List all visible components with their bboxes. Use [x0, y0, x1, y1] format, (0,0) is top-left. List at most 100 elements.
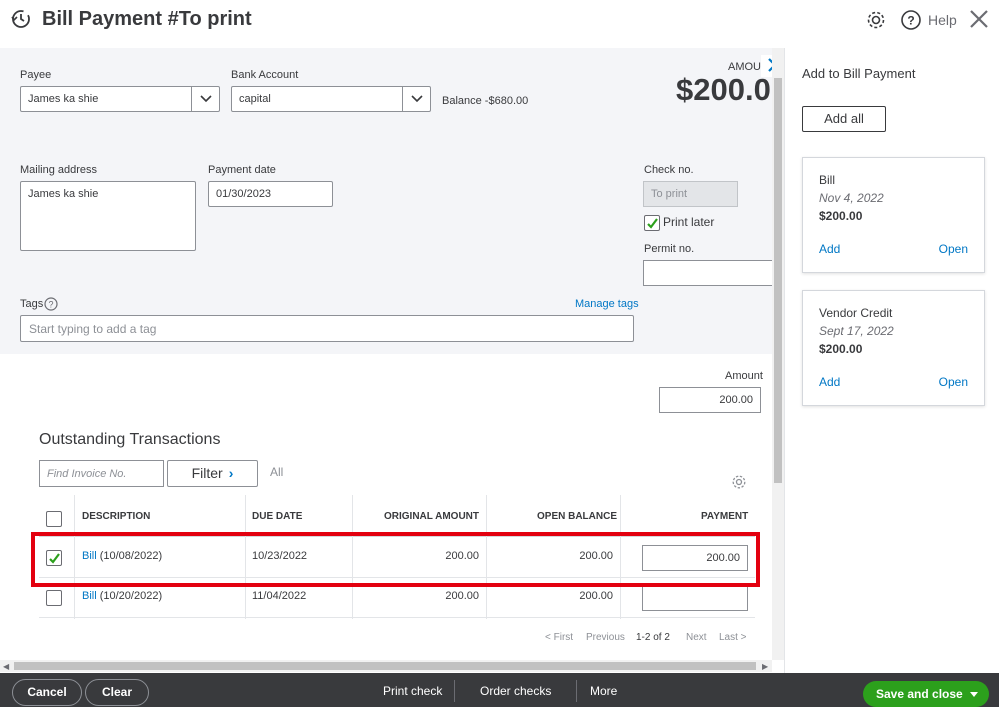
card-open-link[interactable]: Open [939, 242, 968, 256]
save-and-close-button[interactable]: Save and close [863, 681, 989, 707]
scrollbar-thumb[interactable] [774, 78, 782, 483]
mailing-address-value: James ka shie [28, 188, 99, 200]
scroll-right-icon[interactable]: ▶ [762, 662, 768, 671]
card-open-link[interactable]: Open [939, 375, 968, 389]
bank-account-select[interactable]: capital [231, 86, 431, 112]
tag-placeholder: Start typing to add a tag [29, 322, 157, 336]
description-cell: Bill (10/20/2022) [82, 590, 162, 602]
save-and-close-label: Save and close [876, 687, 963, 701]
payee-select[interactable]: James ka shie [20, 86, 220, 112]
all-filter-label: All [270, 465, 284, 479]
mailing-address-field[interactable]: James ka shie [20, 181, 196, 251]
pager-range: 1-2 of 2 [636, 632, 670, 643]
close-icon[interactable] [968, 8, 990, 30]
title-bar: Bill Payment #To print ? Help [0, 0, 999, 48]
permit-no-field[interactable] [643, 260, 773, 286]
filter-button[interactable]: Filter › [167, 460, 258, 487]
more-button[interactable]: More [590, 684, 617, 698]
chevron-right-icon: › [228, 465, 234, 481]
pager-previous[interactable]: Previous [586, 632, 625, 643]
amount-label: Amount [725, 370, 763, 382]
gear-icon[interactable] [731, 474, 747, 490]
amount-value: 200.00 [719, 394, 753, 406]
select-all-checkbox[interactable] [46, 511, 62, 527]
print-check-button[interactable]: Print check [383, 684, 442, 698]
mailing-address-label: Mailing address [20, 164, 98, 176]
amount-field[interactable]: 200.00 [659, 387, 761, 413]
find-invoice-placeholder: Find Invoice No. [47, 468, 127, 480]
card-date: Nov 4, 2022 [819, 191, 884, 205]
filter-label: Filter [191, 465, 223, 481]
permit-no-label: Permit no. [644, 243, 695, 255]
card-add-link[interactable]: Add [819, 375, 840, 389]
checkmark-icon [647, 218, 658, 229]
card-type: Vendor Credit [819, 306, 893, 320]
page-title: Bill Payment #To print [42, 8, 252, 30]
scroll-left-icon[interactable]: ◀ [3, 662, 9, 671]
scrollbar-thumb[interactable] [14, 662, 756, 670]
footer-divider [454, 680, 455, 702]
pager-last[interactable]: Last > [719, 632, 747, 643]
pager-next[interactable]: Next [686, 632, 707, 643]
bill-link[interactable]: Bill [82, 590, 97, 602]
footer-divider [576, 680, 577, 702]
open-balance-cell: 200.00 [579, 590, 613, 602]
chevron-down-icon[interactable] [402, 87, 430, 111]
card-add-link[interactable]: Add [819, 242, 840, 256]
card-date: Sept 17, 2022 [819, 324, 894, 338]
bill-card: Bill Nov 4, 2022 $200.00 Add Open [802, 157, 985, 273]
order-checks-button[interactable]: Order checks [480, 684, 551, 698]
horizontal-scrollbar[interactable]: ◀ ▶ [0, 660, 772, 672]
find-invoice-input[interactable]: Find Invoice No. [39, 460, 164, 487]
chevron-down-icon[interactable] [191, 87, 219, 111]
table-header: DESCRIPTION DUE DATE ORIGINAL AMOUNT OPE… [39, 495, 755, 537]
payee-label: Payee [20, 69, 52, 81]
vertical-scrollbar[interactable] [772, 48, 784, 660]
bank-account-label: Bank Account [231, 69, 299, 81]
check-no-field: To print [643, 181, 738, 207]
bank-balance: Balance -$680.00 [442, 95, 529, 107]
clear-button[interactable]: Clear [85, 679, 149, 706]
tag-input[interactable]: Start typing to add a tag [20, 315, 634, 342]
card-amount: $200.00 [819, 209, 863, 223]
question-circle-icon[interactable]: ? [44, 297, 58, 311]
highlight-box [31, 532, 760, 587]
payment-date-label: Payment date [208, 164, 276, 176]
description-date: (10/20/2022) [96, 590, 163, 602]
svg-text:?: ? [907, 14, 914, 28]
outstanding-transactions-title: Outstanding Transactions [39, 431, 221, 448]
vendor-credit-card: Vendor Credit Sept 17, 2022 $200.00 Add … [802, 290, 985, 406]
add-all-button[interactable]: Add all [802, 106, 886, 132]
payment-date-value: 01/30/2023 [216, 188, 272, 200]
panel-title: Add to Bill Payment [802, 66, 916, 81]
caret-down-icon[interactable] [969, 688, 979, 702]
tags-label: Tags [20, 298, 44, 310]
total-amount: $200.0 [676, 72, 771, 107]
help-label[interactable]: Help [928, 12, 957, 28]
card-type: Bill [819, 173, 836, 187]
print-later-checkbox[interactable] [644, 215, 660, 231]
cancel-button[interactable]: Cancel [12, 679, 82, 706]
payment-input[interactable] [642, 585, 748, 611]
col-open-balance[interactable]: OPEN BALANCE [537, 511, 617, 522]
footer-bar: Cancel Clear Print check Order checks Mo… [0, 673, 999, 707]
col-due-date[interactable]: DUE DATE [252, 511, 302, 522]
help-icon[interactable]: ? [900, 9, 922, 31]
history-icon[interactable] [10, 8, 32, 30]
svg-text:?: ? [48, 300, 53, 310]
payee-value: James ka shie [28, 93, 99, 105]
payment-date-field[interactable]: 01/30/2023 [208, 181, 333, 207]
due-date-cell: 11/04/2022 [252, 590, 307, 602]
manage-tags-link[interactable]: Manage tags [575, 298, 639, 310]
print-later-label: Print later [663, 215, 715, 229]
col-original-amount[interactable]: ORIGINAL AMOUNT [384, 511, 479, 522]
col-description[interactable]: DESCRIPTION [82, 511, 150, 522]
check-no-label: Check no. [644, 164, 694, 176]
pager-first[interactable]: < First [545, 632, 573, 643]
bank-account-value: capital [239, 93, 271, 105]
col-payment[interactable]: PAYMENT [701, 511, 748, 522]
gear-icon[interactable] [865, 9, 887, 31]
check-no-value: To print [651, 188, 688, 200]
row-checkbox[interactable] [46, 590, 62, 606]
card-amount: $200.00 [819, 342, 863, 356]
